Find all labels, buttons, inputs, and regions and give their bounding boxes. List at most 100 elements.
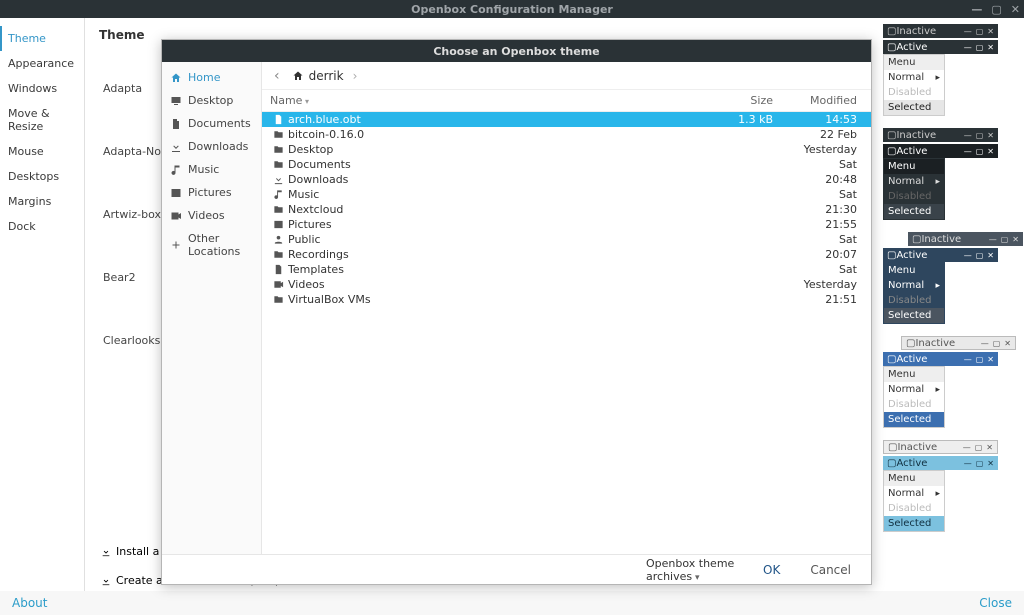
file-name: Downloads — [286, 173, 713, 186]
file-modified: 20:48 — [773, 173, 863, 186]
preview-menu: MenuNormalDisabledSelected — [883, 54, 945, 116]
file-name: Videos — [286, 278, 713, 291]
places-item-pictures[interactable]: Pictures — [162, 181, 261, 204]
home-icon — [170, 72, 182, 84]
file-row[interactable]: MusicSat — [262, 187, 871, 202]
window-minimize-button[interactable]: — — [971, 4, 982, 15]
sidebar-item-move-resize[interactable]: Move & Resize — [0, 101, 84, 139]
window-title: Openbox Configuration Manager — [411, 3, 613, 16]
close-icon: ✕ — [987, 43, 994, 52]
path-crumb-home[interactable]: derrik — [292, 69, 358, 83]
places-item-other-locations[interactable]: Other Locations — [162, 227, 261, 263]
preview-active-label: Active — [896, 458, 963, 469]
file-modified: 21:55 — [773, 218, 863, 231]
file-name: Pictures — [286, 218, 713, 231]
file-name: Templates — [286, 263, 713, 276]
preview-inactive-label: Inactive — [897, 442, 962, 453]
file-modified: Sat — [773, 263, 863, 276]
column-header-name[interactable]: Name — [270, 94, 713, 107]
minimize-icon: — — [981, 339, 989, 348]
file-icon — [273, 114, 284, 125]
window-maximize-button[interactable]: ▢ — [991, 4, 1001, 15]
close-icon: ✕ — [987, 459, 994, 468]
preview-active-titlebar: ▢ Active—▢✕ — [883, 352, 998, 366]
maximize-icon: ▢ — [975, 443, 983, 452]
sidebar-item-dock[interactable]: Dock — [0, 214, 84, 239]
file-row[interactable]: VirtualBox VMs21:51 — [262, 292, 871, 307]
file-size: 1.3 kB — [713, 113, 773, 126]
file-name: Recordings — [286, 248, 713, 261]
preview-menu-selected: Selected — [884, 308, 944, 323]
file-modified: 21:30 — [773, 203, 863, 216]
sidebar-item-desktops[interactable]: Desktops — [0, 164, 84, 189]
file-row[interactable]: Pictures 21:55 — [262, 217, 871, 232]
file-modified: Yesterday — [773, 143, 863, 156]
sidebar-item-appearance[interactable]: Appearance — [0, 51, 84, 76]
preview-menu: MenuNormalDisabledSelected — [883, 158, 945, 220]
preview-menu-normal: Normal — [884, 278, 944, 293]
preview-menu-heading: Menu — [884, 471, 944, 486]
file-type-filter[interactable]: Openbox theme archives — [176, 557, 739, 583]
square-icon: ▢ — [887, 146, 896, 157]
path-crumb-label: derrik — [309, 69, 344, 83]
file-modified: 22 Feb — [773, 128, 863, 141]
places-item-documents[interactable]: Documents — [162, 112, 261, 135]
preview-menu-selected: Selected — [884, 100, 944, 115]
preview-inactive-label: Inactive — [896, 26, 963, 37]
ok-button[interactable]: OK — [757, 559, 786, 581]
app-footer: About Close — [0, 591, 1024, 615]
places-item-downloads[interactable]: Downloads — [162, 135, 261, 158]
places-item-label: Documents — [188, 117, 251, 130]
file-row[interactable]: Desktop Yesterday — [262, 142, 871, 157]
file-row[interactable]: Downloads 20:48 — [262, 172, 871, 187]
file-row[interactable]: arch.blue.obt1.3 kB14:53 — [262, 112, 871, 127]
download-icon — [101, 547, 111, 557]
places-item-home[interactable]: Home — [162, 66, 261, 89]
places-item-desktop[interactable]: Desktop — [162, 89, 261, 112]
file-row[interactable]: DocumentsSat — [262, 157, 871, 172]
places-item-music[interactable]: Music — [162, 158, 261, 181]
preview-menu-heading: Menu — [884, 367, 944, 382]
file-name: Documents — [286, 158, 713, 171]
path-back-button[interactable]: ‹ — [274, 68, 280, 84]
close-icon: ✕ — [987, 131, 994, 140]
file-row[interactable]: Templates Sat — [262, 262, 871, 277]
file-name: Desktop — [286, 143, 713, 156]
preview-active-titlebar: ▢ Active—▢✕ — [883, 248, 998, 262]
preview-inactive-titlebar: ▢ Inactive—▢✕ — [901, 336, 1016, 350]
column-header-size[interactable]: Size — [713, 94, 773, 107]
file-row[interactable]: PublicSat — [262, 232, 871, 247]
desktop-icon — [170, 95, 182, 107]
square-icon: ▢ — [887, 42, 896, 53]
about-link[interactable]: About — [12, 596, 47, 610]
square-icon: ▢ — [887, 354, 896, 365]
places-item-label: Downloads — [188, 140, 248, 153]
preview-active-label: Active — [896, 42, 963, 53]
places-item-videos[interactable]: Videos — [162, 204, 261, 227]
sidebar-item-mouse[interactable]: Mouse — [0, 139, 84, 164]
minimize-icon: — — [964, 27, 972, 36]
sidebar-item-theme[interactable]: Theme — [0, 26, 84, 51]
close-icon: ✕ — [1004, 339, 1011, 348]
cancel-button[interactable]: Cancel — [804, 559, 857, 581]
music-icon — [170, 164, 182, 176]
file-row[interactable]: Nextcloud21:30 — [262, 202, 871, 217]
preview-active-titlebar: ▢ Active—▢✕ — [883, 144, 998, 158]
window-close-button[interactable]: ✕ — [1011, 4, 1020, 15]
column-header-modified[interactable]: Modified — [773, 94, 863, 107]
preview-menu-disabled: Disabled — [884, 293, 944, 308]
theme-preview: ▢ Inactive—▢✕▢ Active—▢✕MenuNormalDisabl… — [883, 336, 1018, 426]
file-row[interactable]: Recordings20:07 — [262, 247, 871, 262]
preview-menu-normal: Normal — [884, 486, 944, 501]
preview-inactive-label: Inactive — [915, 338, 980, 349]
sidebar-item-windows[interactable]: Windows — [0, 76, 84, 101]
maximize-icon: ▢ — [976, 355, 984, 364]
close-link[interactable]: Close — [979, 596, 1012, 610]
minimize-icon: — — [964, 355, 972, 364]
file-row[interactable]: bitcoin-0.16.022 Feb — [262, 127, 871, 142]
sidebar-item-margins[interactable]: Margins — [0, 189, 84, 214]
file-chooser-dialog: Choose an Openbox theme HomeDesktopDocum… — [161, 39, 872, 585]
close-icon: ✕ — [987, 147, 994, 156]
file-row[interactable]: VideosYesterday — [262, 277, 871, 292]
close-icon: ✕ — [987, 355, 994, 364]
